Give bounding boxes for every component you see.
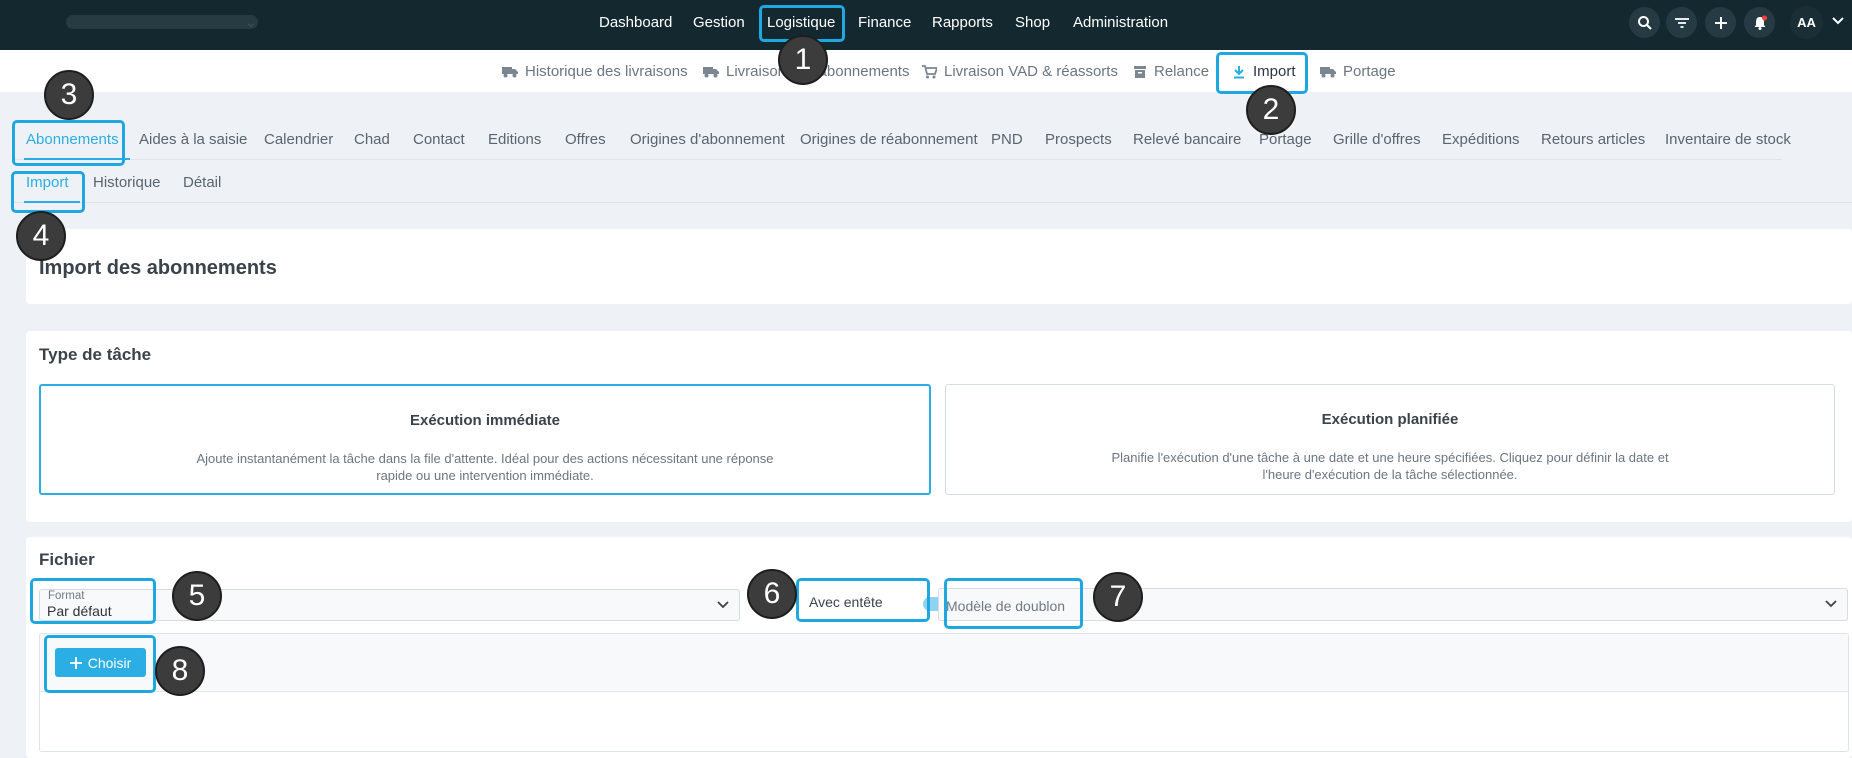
file-title: Fichier [39, 550, 95, 569]
option-immediate-title: Exécution immédiate [409, 412, 561, 429]
search-icon[interactable] [1629, 7, 1660, 38]
tab-pnd[interactable]: PND [991, 131, 1023, 148]
avatar[interactable]: AA [1790, 6, 1823, 39]
secondary-tabs: Import Historique Détail [12, 166, 1852, 203]
tab-inventaire-stock[interactable]: Inventaire de stock [1665, 131, 1791, 148]
cart-icon [922, 64, 937, 78]
subnav-historique-livraisons[interactable]: Historique des livraisons [502, 63, 688, 80]
option-immediate-desc: Ajoute instantanément la tâche dans la f… [196, 451, 774, 483]
file-upload: Choisir [39, 633, 1849, 752]
plus-icon[interactable] [1705, 7, 1736, 38]
subnav-label: Livraison VAD & réassorts [944, 63, 1118, 80]
highlight-import-subtab [11, 171, 85, 213]
task-type-card: Type de tâche Exécution immédiate Ajoute… [26, 331, 1852, 522]
subnav-label: Historique des livraisons [525, 63, 688, 80]
nav-administration[interactable]: Administration [1073, 14, 1168, 31]
file-card: Fichier Format Par défaut Avec entête Mo… [26, 537, 1852, 758]
tab-prospects[interactable]: Prospects [1045, 131, 1112, 148]
tab-aides-saisie[interactable]: Aides à la saisie [139, 131, 247, 148]
archive-icon [1134, 65, 1146, 78]
tab-contact[interactable]: Contact [413, 131, 465, 148]
nav-dashboard[interactable]: Dashboard [599, 14, 672, 31]
subnav-relance[interactable]: Relance [1133, 63, 1209, 80]
page-title: Import des abonnements [39, 257, 277, 279]
nav-gestion[interactable]: Gestion [693, 14, 745, 31]
highlight-abonnements-tab [12, 120, 125, 166]
truck-icon [703, 66, 719, 77]
main-nav: Dashboard Gestion Logistique Finance Rap… [0, 0, 1852, 50]
subtab-historique[interactable]: Historique [93, 174, 161, 191]
tab-origines-abonnement[interactable]: Origines d'abonnement [630, 131, 785, 148]
subnav-portage[interactable]: Portage [1320, 63, 1396, 80]
highlight-choisir [44, 635, 156, 693]
task-type-title: Type de tâche [39, 345, 152, 364]
highlight-format [30, 578, 156, 624]
option-scheduled-title: Exécution planifiée [1321, 411, 1459, 428]
primary-tabs: Abonnements Aides à la saisie Calendrier… [12, 123, 1791, 160]
tab-chad[interactable]: Chad [354, 131, 390, 148]
upload-header [40, 634, 1848, 692]
tab-grille-offres[interactable]: Grille d'offres [1333, 131, 1421, 148]
annotation-marker-7: 7 [1093, 572, 1143, 622]
option-scheduled-desc: Planifie l'exécution d'une tâche à une d… [1111, 450, 1669, 482]
highlight-avec-entete [796, 578, 930, 622]
tab-retours-articles[interactable]: Retours articles [1541, 131, 1645, 148]
option-immediate[interactable]: Exécution immédiate Ajoute instantanémen… [39, 384, 931, 495]
subnav-label: Relance [1154, 63, 1210, 80]
option-scheduled[interactable]: Exécution planifiée Planifie l'exécution… [945, 384, 1835, 495]
highlight-doublon [944, 578, 1083, 629]
annotation-marker-3: 3 [44, 70, 94, 120]
subnav-livraison-vad[interactable]: Livraison VAD & réassorts [922, 63, 1118, 80]
tab-calendrier[interactable]: Calendrier [264, 131, 333, 148]
filter-icon[interactable] [1666, 7, 1697, 38]
nav-shop[interactable]: Shop [1015, 14, 1050, 31]
sub-nav: Historique des livraisons Livraison des … [0, 50, 1852, 92]
annotation-marker-4: 4 [16, 211, 66, 261]
chevron-down-icon [1824, 596, 1838, 615]
annotation-marker-1: 1 [778, 35, 828, 85]
subtab-detail[interactable]: Détail [183, 174, 221, 191]
tab-releve-bancaire[interactable]: Relevé bancaire [1133, 131, 1241, 148]
annotation-marker-5: 5 [172, 571, 222, 621]
tab-editions[interactable]: Editions [488, 131, 541, 148]
truck-icon [1320, 66, 1336, 77]
truck-icon [502, 66, 518, 77]
annotation-marker-8: 8 [155, 646, 205, 696]
tab-expeditions[interactable]: Expéditions [1442, 131, 1520, 148]
tab-origines-reabonnement[interactable]: Origines de réabonnement [800, 131, 978, 148]
top-bar: ⌄ Dashboard Gestion Logistique Finance R… [0, 0, 1852, 50]
subnav-label: Portage [1343, 63, 1396, 80]
annotation-marker-6: 6 [747, 569, 797, 619]
chevron-down-icon [716, 597, 730, 616]
tab-offres[interactable]: Offres [565, 131, 606, 148]
nav-rapports[interactable]: Rapports [932, 14, 993, 31]
nav-finance[interactable]: Finance [858, 14, 911, 31]
bell-icon[interactable] [1744, 7, 1775, 38]
title-card: Import des abonnements [26, 229, 1852, 304]
chevron-down-icon[interactable] [1832, 12, 1844, 30]
annotation-marker-2: 2 [1246, 85, 1296, 135]
